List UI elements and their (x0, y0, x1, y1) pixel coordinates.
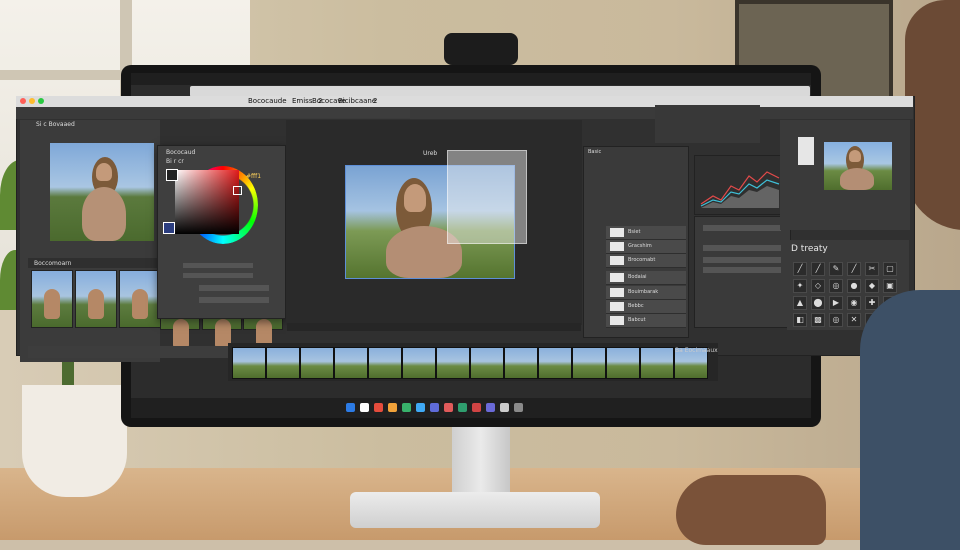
thumbnail[interactable] (31, 270, 73, 328)
tool-icon[interactable]: ▢ (883, 262, 897, 276)
filmstrip-frame[interactable] (640, 347, 674, 379)
tool-icon[interactable]: ⬤ (811, 296, 825, 310)
tool-icon[interactable]: ◎ (829, 313, 843, 327)
filmstrip-frame[interactable] (470, 347, 504, 379)
tool-icon[interactable]: ▩ (811, 313, 825, 327)
taskbar-app-icon[interactable] (444, 403, 453, 412)
properties-panel (694, 216, 791, 328)
navigator-preview[interactable] (824, 142, 892, 190)
tool-icon[interactable]: ╱ (847, 262, 861, 276)
overlay-layer[interactable] (447, 150, 527, 244)
histogram-panel (694, 155, 786, 215)
thumbnail[interactable] (119, 270, 161, 328)
os-top-bar (131, 73, 811, 85)
maximize-button[interactable] (38, 98, 44, 104)
left-panel-title: Si c Bovaaed (36, 121, 75, 128)
person-hand (676, 475, 826, 545)
filmstrip-frame[interactable] (266, 347, 300, 379)
tools-title: D treaty (791, 244, 828, 254)
filmstrip-title: Boccomoarn (34, 260, 72, 267)
tool-icon[interactable]: ✕ (847, 313, 861, 327)
layer-row[interactable]: Bsiet (606, 226, 686, 240)
color-swatch[interactable] (166, 169, 178, 181)
tool-icon[interactable]: ▶ (829, 296, 843, 310)
window-title-bar: Bococaude Emiss Bococave 2 Bicibcaane 2 (16, 96, 913, 107)
picker-title: Bococaud (166, 149, 196, 156)
tool-icon[interactable]: ✦ (793, 279, 807, 293)
taskbar-app-icon[interactable] (486, 403, 495, 412)
monitor-stand-base (350, 492, 600, 528)
title-tab-4[interactable]: 2 (318, 97, 322, 105)
taskbar-app-icon[interactable] (500, 403, 509, 412)
tool-icon[interactable]: ◉ (847, 296, 861, 310)
taskbar-app-icon[interactable] (458, 403, 467, 412)
canvas-toolbar (210, 108, 410, 118)
bottom-status: Ba Eocimaaux (675, 347, 718, 354)
filmstrip-frame[interactable] (436, 347, 470, 379)
tool-icon[interactable]: ▣ (883, 279, 897, 293)
menu-bar (16, 107, 913, 119)
thumbnail[interactable] (75, 270, 117, 328)
filmstrip-frame[interactable] (232, 347, 266, 379)
color-swatch[interactable] (163, 222, 175, 234)
layer-row[interactable]: Brocomabt (606, 254, 686, 268)
filmstrip-frame[interactable] (368, 347, 402, 379)
title-tab-6[interactable]: 2 (373, 97, 377, 105)
webcam (444, 33, 518, 65)
document-icon[interactable] (798, 137, 814, 165)
filmstrip-frame[interactable] (606, 347, 640, 379)
title-tab-5[interactable]: Bicibcaane (338, 97, 376, 105)
tool-icon[interactable]: ◎ (829, 279, 843, 293)
taskbar-app-icon[interactable] (416, 403, 425, 412)
filmstrip-frame[interactable] (538, 347, 572, 379)
filmstrip-frame[interactable] (504, 347, 538, 379)
layer-row[interactable]: Bodaiai (606, 271, 686, 285)
tool-icon[interactable]: ✎ (829, 262, 843, 276)
saturation-value-square[interactable] (175, 170, 239, 234)
tool-icon[interactable]: ◇ (811, 279, 825, 293)
layer-row[interactable]: Bebbc (606, 300, 686, 314)
taskbar (131, 398, 811, 418)
layer-row[interactable]: Bouimbarak (606, 286, 686, 300)
tool-icon[interactable]: ╱ (811, 262, 825, 276)
filmstrip-frame[interactable] (572, 347, 606, 379)
taskbar-app-icon[interactable] (374, 403, 383, 412)
canvas-label: Ureb (423, 150, 438, 157)
filmstrip-frame[interactable] (334, 347, 368, 379)
picker-handle[interactable] (233, 186, 242, 195)
adjustments-panel (655, 105, 760, 143)
taskbar-app-icon[interactable] (514, 403, 523, 412)
tool-icon[interactable]: ◧ (793, 313, 807, 327)
minimize-button[interactable] (29, 98, 35, 104)
taskbar-app-icon[interactable] (360, 403, 369, 412)
layer-row[interactable]: Babcut (606, 314, 686, 328)
tool-icon[interactable]: ● (847, 279, 861, 293)
title-tab-2[interactable]: Emiss (292, 97, 312, 105)
tool-icon[interactable]: ◆ (865, 279, 879, 293)
filmstrip-frame[interactable] (402, 347, 436, 379)
layers-title: Basic (588, 149, 602, 155)
picker-sublabel: Bi r cr (166, 158, 184, 165)
filmstrip-frame[interactable] (300, 347, 334, 379)
left-preview-photo[interactable] (50, 143, 154, 241)
taskbar-app-icon[interactable] (430, 403, 439, 412)
timeline-bar (287, 323, 581, 331)
close-button[interactable] (20, 98, 26, 104)
taskbar-app-icon[interactable] (402, 403, 411, 412)
monitor-stand-neck (452, 422, 510, 500)
histogram-graph (700, 171, 780, 208)
tool-icon[interactable]: ✂ (865, 262, 879, 276)
taskbar-app-icon[interactable] (472, 403, 481, 412)
layer-row[interactable]: Gracshim (606, 240, 686, 254)
taskbar-app-icon[interactable] (388, 403, 397, 412)
taskbar-app-icon[interactable] (346, 403, 355, 412)
title-tab-1[interactable]: Bococaude (248, 97, 287, 105)
tool-icon[interactable]: ▲ (793, 296, 807, 310)
tool-icon[interactable]: ╱ (793, 262, 807, 276)
picker-controls (163, 257, 278, 312)
plant-pot (22, 385, 127, 497)
person-shoulder (860, 290, 960, 550)
